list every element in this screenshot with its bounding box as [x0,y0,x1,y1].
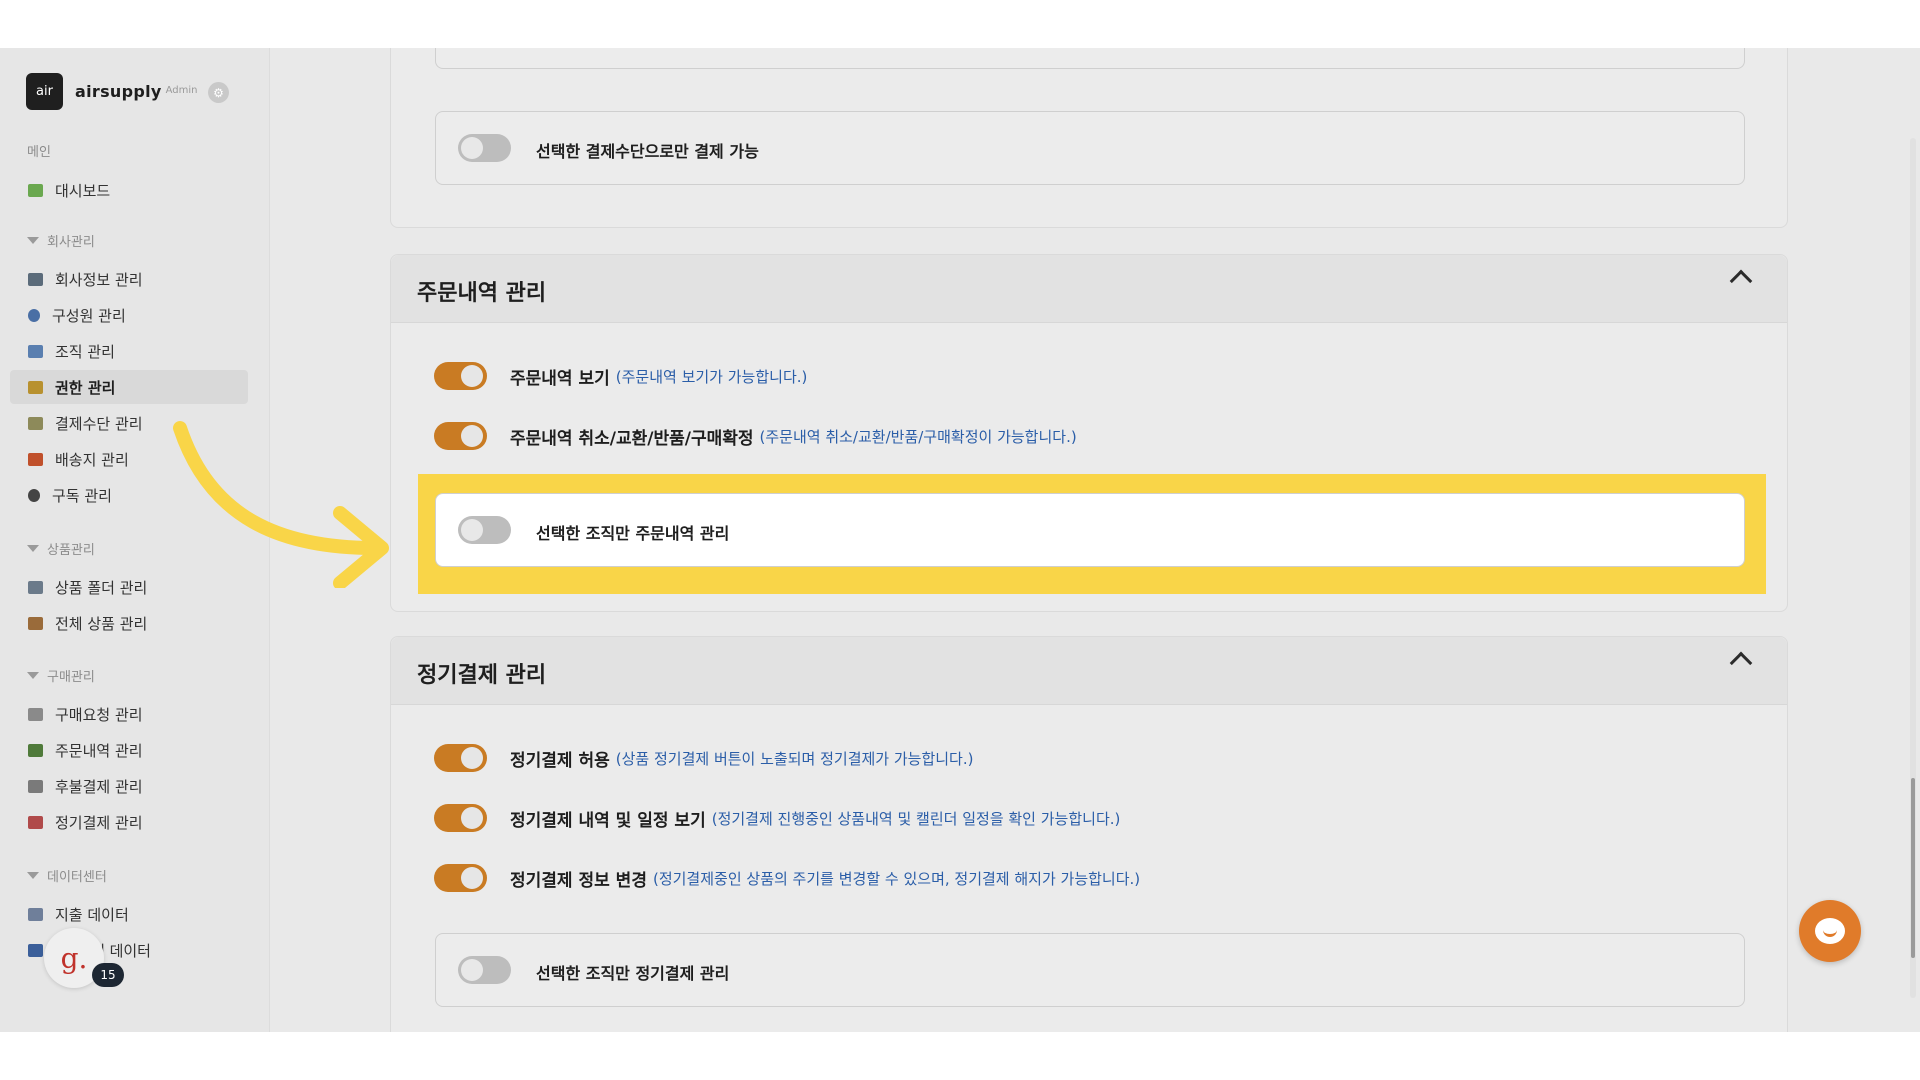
gear-icon[interactable]: ⚙ [208,82,229,103]
option-label: 선택한 조직만 주문내역 관리 [536,524,730,543]
notification-badge: 15 [92,963,124,987]
option-box-payment-method: 선택한 결제수단으로만 결제 가능 [435,111,1745,185]
lock-icon [28,380,43,394]
toggle-subscription-selected-org[interactable] [458,956,511,984]
permission-desc: (상품 정기결제 버튼이 노출되며 정기결제가 가능합니다.) [615,749,974,768]
permission-row-edit-subscription: 정기결제 정보 변경 (정기결제중인 상품의 주기를 변경할 수 있으며, 정기… [434,864,1140,892]
text-area-box[interactable] [435,48,1745,69]
permission-row-view-subscription: 정기결제 내역 및 일정 보기 (정기결제 진행중인 상품내역 및 캘린더 일정… [434,804,1120,832]
sidebar-item-spending-data[interactable]: 지출 데이터 [10,897,248,931]
permission-desc: (주문내역 취소/교환/반품/구매확정이 가능합니다.) [759,427,1077,446]
card-header[interactable]: 정기결제 관리 [391,637,1787,705]
sidebar-item-members[interactable]: 구성원 관리 [10,298,248,332]
option-label: 선택한 결제수단으로만 결제 가능 [536,142,759,161]
payment-card: 선택한 결제수단으로만 결제 가능 [390,48,1788,228]
invoice-icon [28,779,43,793]
scrollbar-thumb[interactable] [1911,778,1915,958]
permission-label: 주문내역 취소/교환/반품/구매확정 [510,428,754,449]
toggle-cancel-orders[interactable] [434,422,487,450]
nav-group-company[interactable]: 회사관리 [27,231,95,250]
option-box-order-org: 선택한 조직만 주문내역 관리 [435,493,1745,567]
box-icon [28,616,43,630]
section-title: 주문내역 관리 [417,281,547,306]
sidebar-item-all-products[interactable]: 전체 상품 관리 [10,606,248,640]
permission-label: 정기결제 정보 변경 [510,870,647,891]
building-icon [28,272,43,286]
sidebar-item-permissions[interactable]: 권한 관리 [10,370,248,404]
card-header[interactable]: 주문내역 관리 [391,255,1787,323]
sidebar-item-company-info[interactable]: 회사정보 관리 [10,262,248,296]
section-title: 정기결제 관리 [417,663,547,688]
permission-row-allow-subscription: 정기결제 허용 (상품 정기결제 버튼이 노출되며 정기결제가 가능합니다.) [434,744,973,772]
subscription-management-card: 정기결제 관리 정기결제 허용 (상품 정기결제 버튼이 노출되며 정기결제가 … [390,636,1788,1032]
permission-row-view-orders: 주문내역 보기 (주문내역 보기가 가능합니다.) [434,362,807,390]
toggle-payment-method-only[interactable] [458,134,511,162]
chevron-down-icon [27,545,39,552]
sidebar-item-orders[interactable]: 주문내역 관리 [10,733,248,767]
subscription-icon [28,488,40,502]
toggle-allow-subscription[interactable] [434,744,487,772]
receipt-icon [28,743,43,757]
bar-chart-icon [28,943,43,957]
chevron-down-icon [27,672,39,679]
toggle-knob [461,747,483,769]
users-icon [28,344,43,358]
toggle-view-orders[interactable] [434,362,487,390]
toggle-knob [461,959,483,981]
sidebar-item-purchase-requests[interactable]: 구매요청 관리 [10,697,248,731]
chat-icon [1815,918,1845,944]
chat-button[interactable] [1799,900,1861,962]
brand-logo[interactable]: air airsupply Admin [26,73,197,110]
folder-icon [28,580,43,594]
toggle-knob [461,365,483,387]
toggle-edit-subscription[interactable] [434,864,487,892]
chart-icon [28,907,43,921]
nav-group-products[interactable]: 상품관리 [27,539,95,558]
sidebar-item-deferred-payment[interactable]: 후불결제 관리 [10,769,248,803]
toggle-order-selected-org[interactable] [458,516,511,544]
toggle-knob [461,519,483,541]
toggle-knob [461,807,483,829]
logo-mark: air [26,73,63,110]
permission-label: 정기결제 허용 [510,750,610,771]
sidebar-item-organization[interactable]: 조직 관리 [10,334,248,368]
toggle-knob [461,137,483,159]
brand-sub: Admin [165,85,198,96]
chevron-down-icon [27,872,39,879]
app-window: air airsupply Admin ⚙ 메인 대시보드 회사관리 회사정보 … [0,48,1920,1032]
dashboard-icon [28,183,43,197]
option-box-subscription-org: 선택한 조직만 정기결제 관리 [435,933,1745,1007]
option-label: 선택한 조직만 정기결제 관리 [536,964,730,983]
permission-label: 주문내역 보기 [510,368,610,389]
calendar-icon [28,815,43,829]
user-icon [28,308,40,322]
document-icon [28,707,43,721]
toggle-knob [461,867,483,889]
permission-desc: (정기결제중인 상품의 주기를 변경할 수 있으며, 정기결제 해지가 가능합니… [652,869,1141,888]
nav-group-purchases[interactable]: 구매관리 [27,666,95,685]
card-icon [28,416,43,430]
sidebar-item-recurring-payment[interactable]: 정기결제 관리 [10,805,248,839]
permission-desc: (주문내역 보기가 가능합니다.) [615,367,808,386]
bottom-letterbox [0,1032,1920,1080]
toggle-view-subscription[interactable] [434,804,487,832]
permission-label: 정기결제 내역 및 일정 보기 [510,810,706,831]
chevron-up-icon[interactable] [1729,269,1753,293]
permission-row-cancel-orders: 주문내역 취소/교환/반품/구매확정 (주문내역 취소/교환/반품/구매확정이 … [434,422,1077,450]
toggle-knob [461,425,483,447]
chevron-up-icon[interactable] [1729,651,1753,675]
chevron-down-icon [27,237,39,244]
top-letterbox [0,0,1920,48]
brand-name: airsupply [75,82,162,101]
truck-icon [28,452,43,466]
sidebar-item-dashboard[interactable]: 대시보드 [10,173,248,207]
permission-desc: (정기결제 진행중인 상품내역 및 캘린더 일정을 확인 가능합니다.) [711,809,1121,828]
sidebar-item-label: 대시보드 [55,181,111,200]
nav-group-data-center[interactable]: 데이터센터 [27,866,107,885]
nav-header-main: 메인 [27,145,51,160]
arrow-annotation [173,421,389,588]
